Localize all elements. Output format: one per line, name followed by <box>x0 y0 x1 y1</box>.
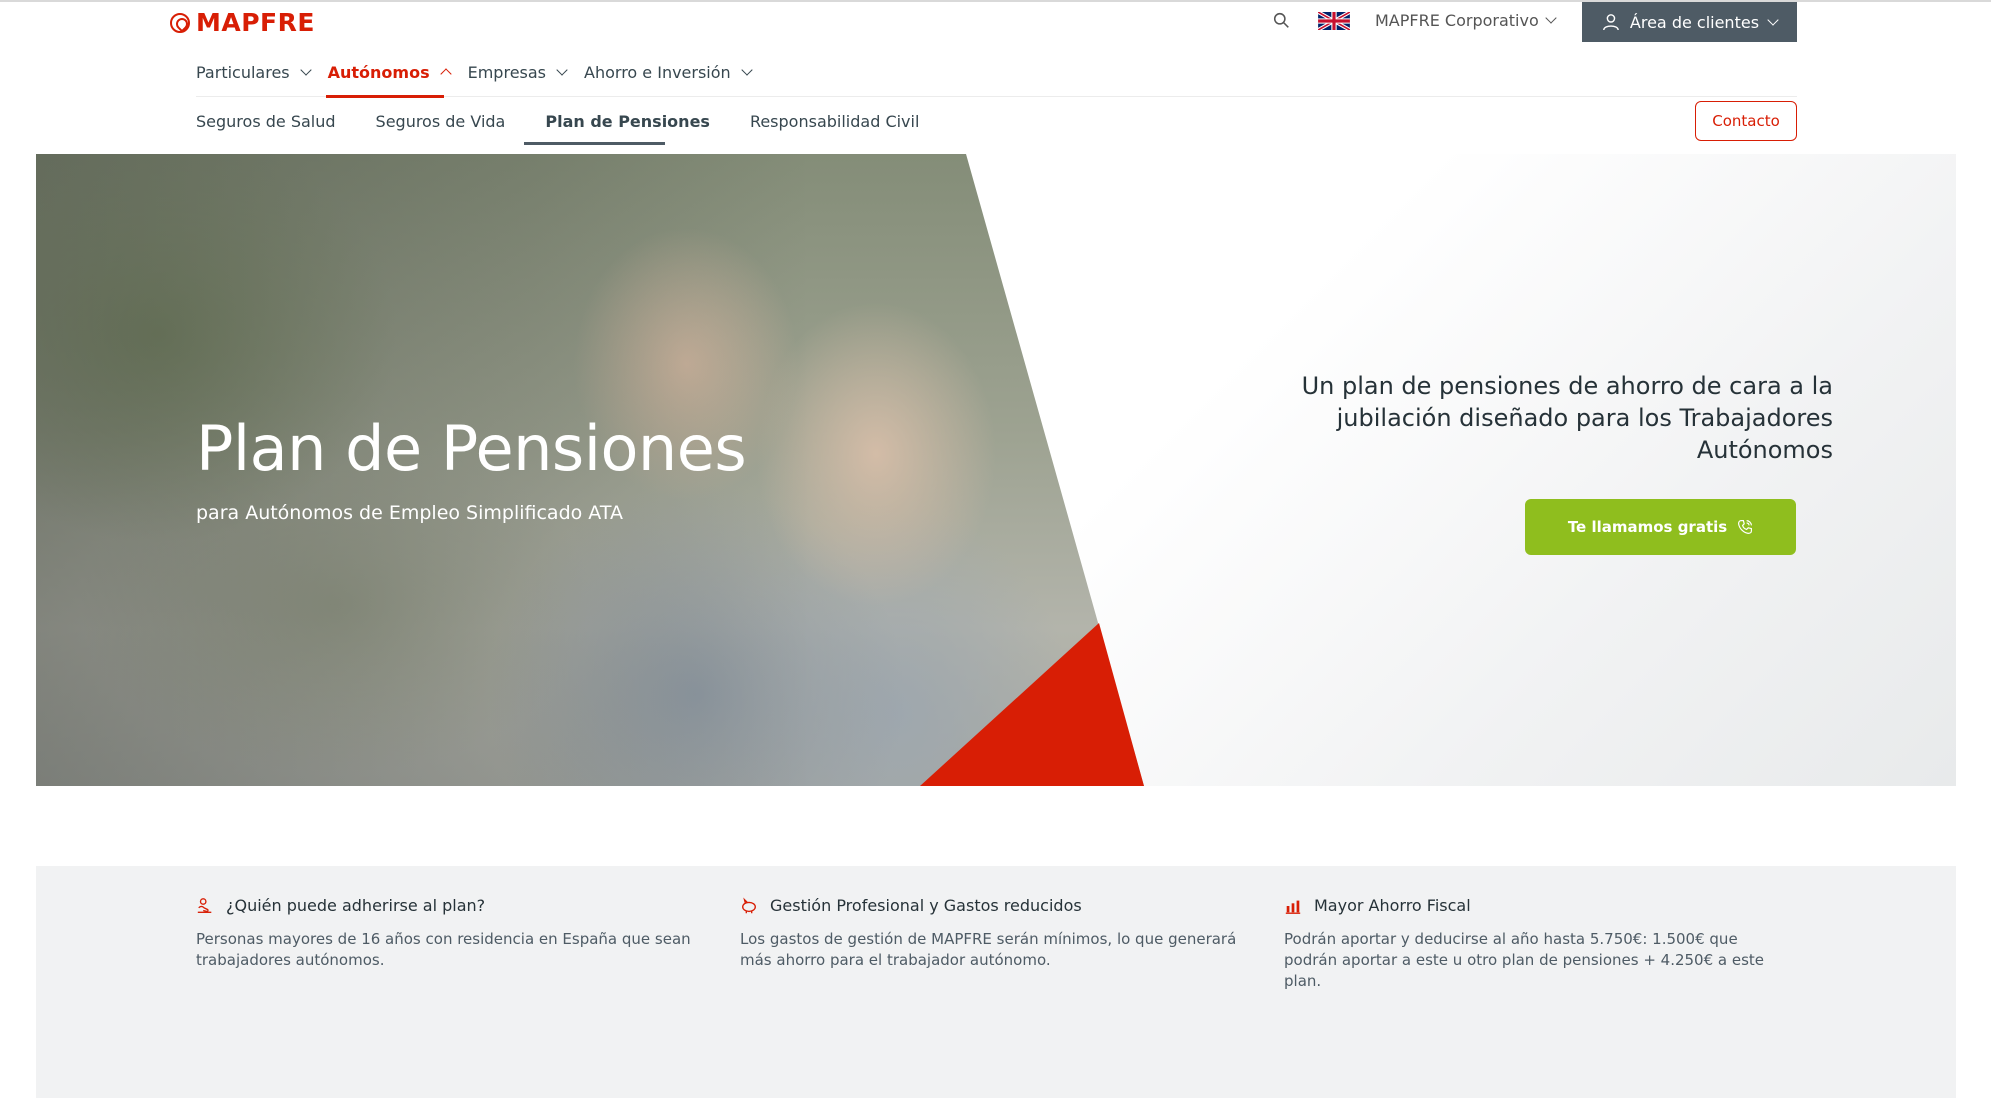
active-nav-indicator <box>326 95 444 98</box>
feature-title: Gestión Profesional y Gastos reducidos <box>770 896 1082 915</box>
feature-professional-management: Gestión Profesional y Gastos reducidos L… <box>740 896 1240 971</box>
hero-banner: Plan de Pensiones para Autónomos de Empl… <box>36 154 1956 786</box>
chevron-down-icon <box>556 63 568 76</box>
hero-subtitle: para Autónomos de Empleo Simplificado AT… <box>196 502 623 524</box>
user-icon <box>1603 14 1619 31</box>
phone-icon <box>1738 520 1753 535</box>
piggy-bank-icon <box>742 896 756 913</box>
chevron-down-icon <box>741 63 753 76</box>
nav-item-particulares[interactable]: Particulares <box>196 58 328 86</box>
uk-flag-icon[interactable] <box>1318 12 1350 30</box>
sub-item-seguros-salud[interactable]: Seguros de Salud <box>196 112 336 142</box>
feature-text: Los gastos de gestión de MAPFRE serán mí… <box>740 930 1237 969</box>
chevron-down-icon <box>1767 13 1779 26</box>
chevron-down-icon <box>299 63 312 76</box>
mapfre-logo[interactable]: MAPFRE <box>170 8 315 37</box>
sub-item-plan-pensiones[interactable]: Plan de Pensiones <box>545 112 710 142</box>
hands-icon <box>197 897 212 913</box>
sub-navigation: Seguros de Salud Seguros de Vida Plan de… <box>196 112 959 142</box>
nav-item-label: Ahorro e Inversión <box>584 62 731 82</box>
search-icon[interactable] <box>1273 12 1290 29</box>
feature-heading: Gestión Profesional y Gastos reducidos <box>740 896 1240 915</box>
nav-item-label: Empresas <box>467 62 547 82</box>
sub-item-seguros-vida[interactable]: Seguros de Vida <box>376 112 506 142</box>
hero-title: Plan de Pensiones <box>196 412 747 485</box>
nav-item-autonomos[interactable]: Autónomos <box>328 58 468 86</box>
mapfre-logo-icon <box>170 12 190 33</box>
corporate-dropdown[interactable]: MAPFRE Corporativo <box>1375 11 1557 30</box>
active-subnav-indicator <box>524 142 665 145</box>
feature-title: Mayor Ahorro Fiscal <box>1314 896 1471 915</box>
chart-bars-icon <box>1285 900 1301 914</box>
chevron-down-icon <box>1545 12 1557 24</box>
feature-heading: Mayor Ahorro Fiscal <box>1284 896 1784 915</box>
feature-who-can-join: ¿Quién puede adherirse al plan? Personas… <box>196 896 696 971</box>
nav-item-label: Autónomos <box>327 62 430 82</box>
client-area-label: Área de clientes <box>1629 12 1760 32</box>
corporate-label: MAPFRE Corporativo <box>1375 11 1539 30</box>
feature-title: ¿Quién puede adherirse al plan? <box>226 896 486 915</box>
call-me-button[interactable]: Te llamamos gratis <box>1525 499 1796 555</box>
chevron-up-icon <box>439 68 452 80</box>
nav-item-ahorro-inversion[interactable]: Ahorro e Inversión <box>584 58 769 86</box>
feature-text: Personas mayores de 16 años con residenc… <box>196 930 691 969</box>
feature-tax-savings: Mayor Ahorro Fiscal Podrán aportar y ded… <box>1284 896 1784 992</box>
hero-tagline: Un plan de pensiones de ahorro de cara a… <box>1301 372 1833 464</box>
client-area-button[interactable]: Área de clientes <box>1582 2 1797 42</box>
sub-item-responsabilidad-civil[interactable]: Responsabilidad Civil <box>750 112 919 142</box>
call-me-label: Te llamamos gratis <box>1567 518 1728 536</box>
features-section: ¿Quién puede adherirse al plan? Personas… <box>36 866 1956 1098</box>
nav-item-label: Particulares <box>196 62 290 82</box>
nav-item-empresas[interactable]: Empresas <box>468 58 584 86</box>
feature-text: Podrán aportar y deducirse al año hasta … <box>1284 930 1765 990</box>
main-navigation: Particulares Autónomos Empresas Ahorro e… <box>196 58 769 98</box>
contact-button[interactable]: Contacto <box>1695 101 1797 141</box>
feature-heading: ¿Quién puede adherirse al plan? <box>196 896 696 915</box>
logo-text: MAPFRE <box>196 8 315 37</box>
